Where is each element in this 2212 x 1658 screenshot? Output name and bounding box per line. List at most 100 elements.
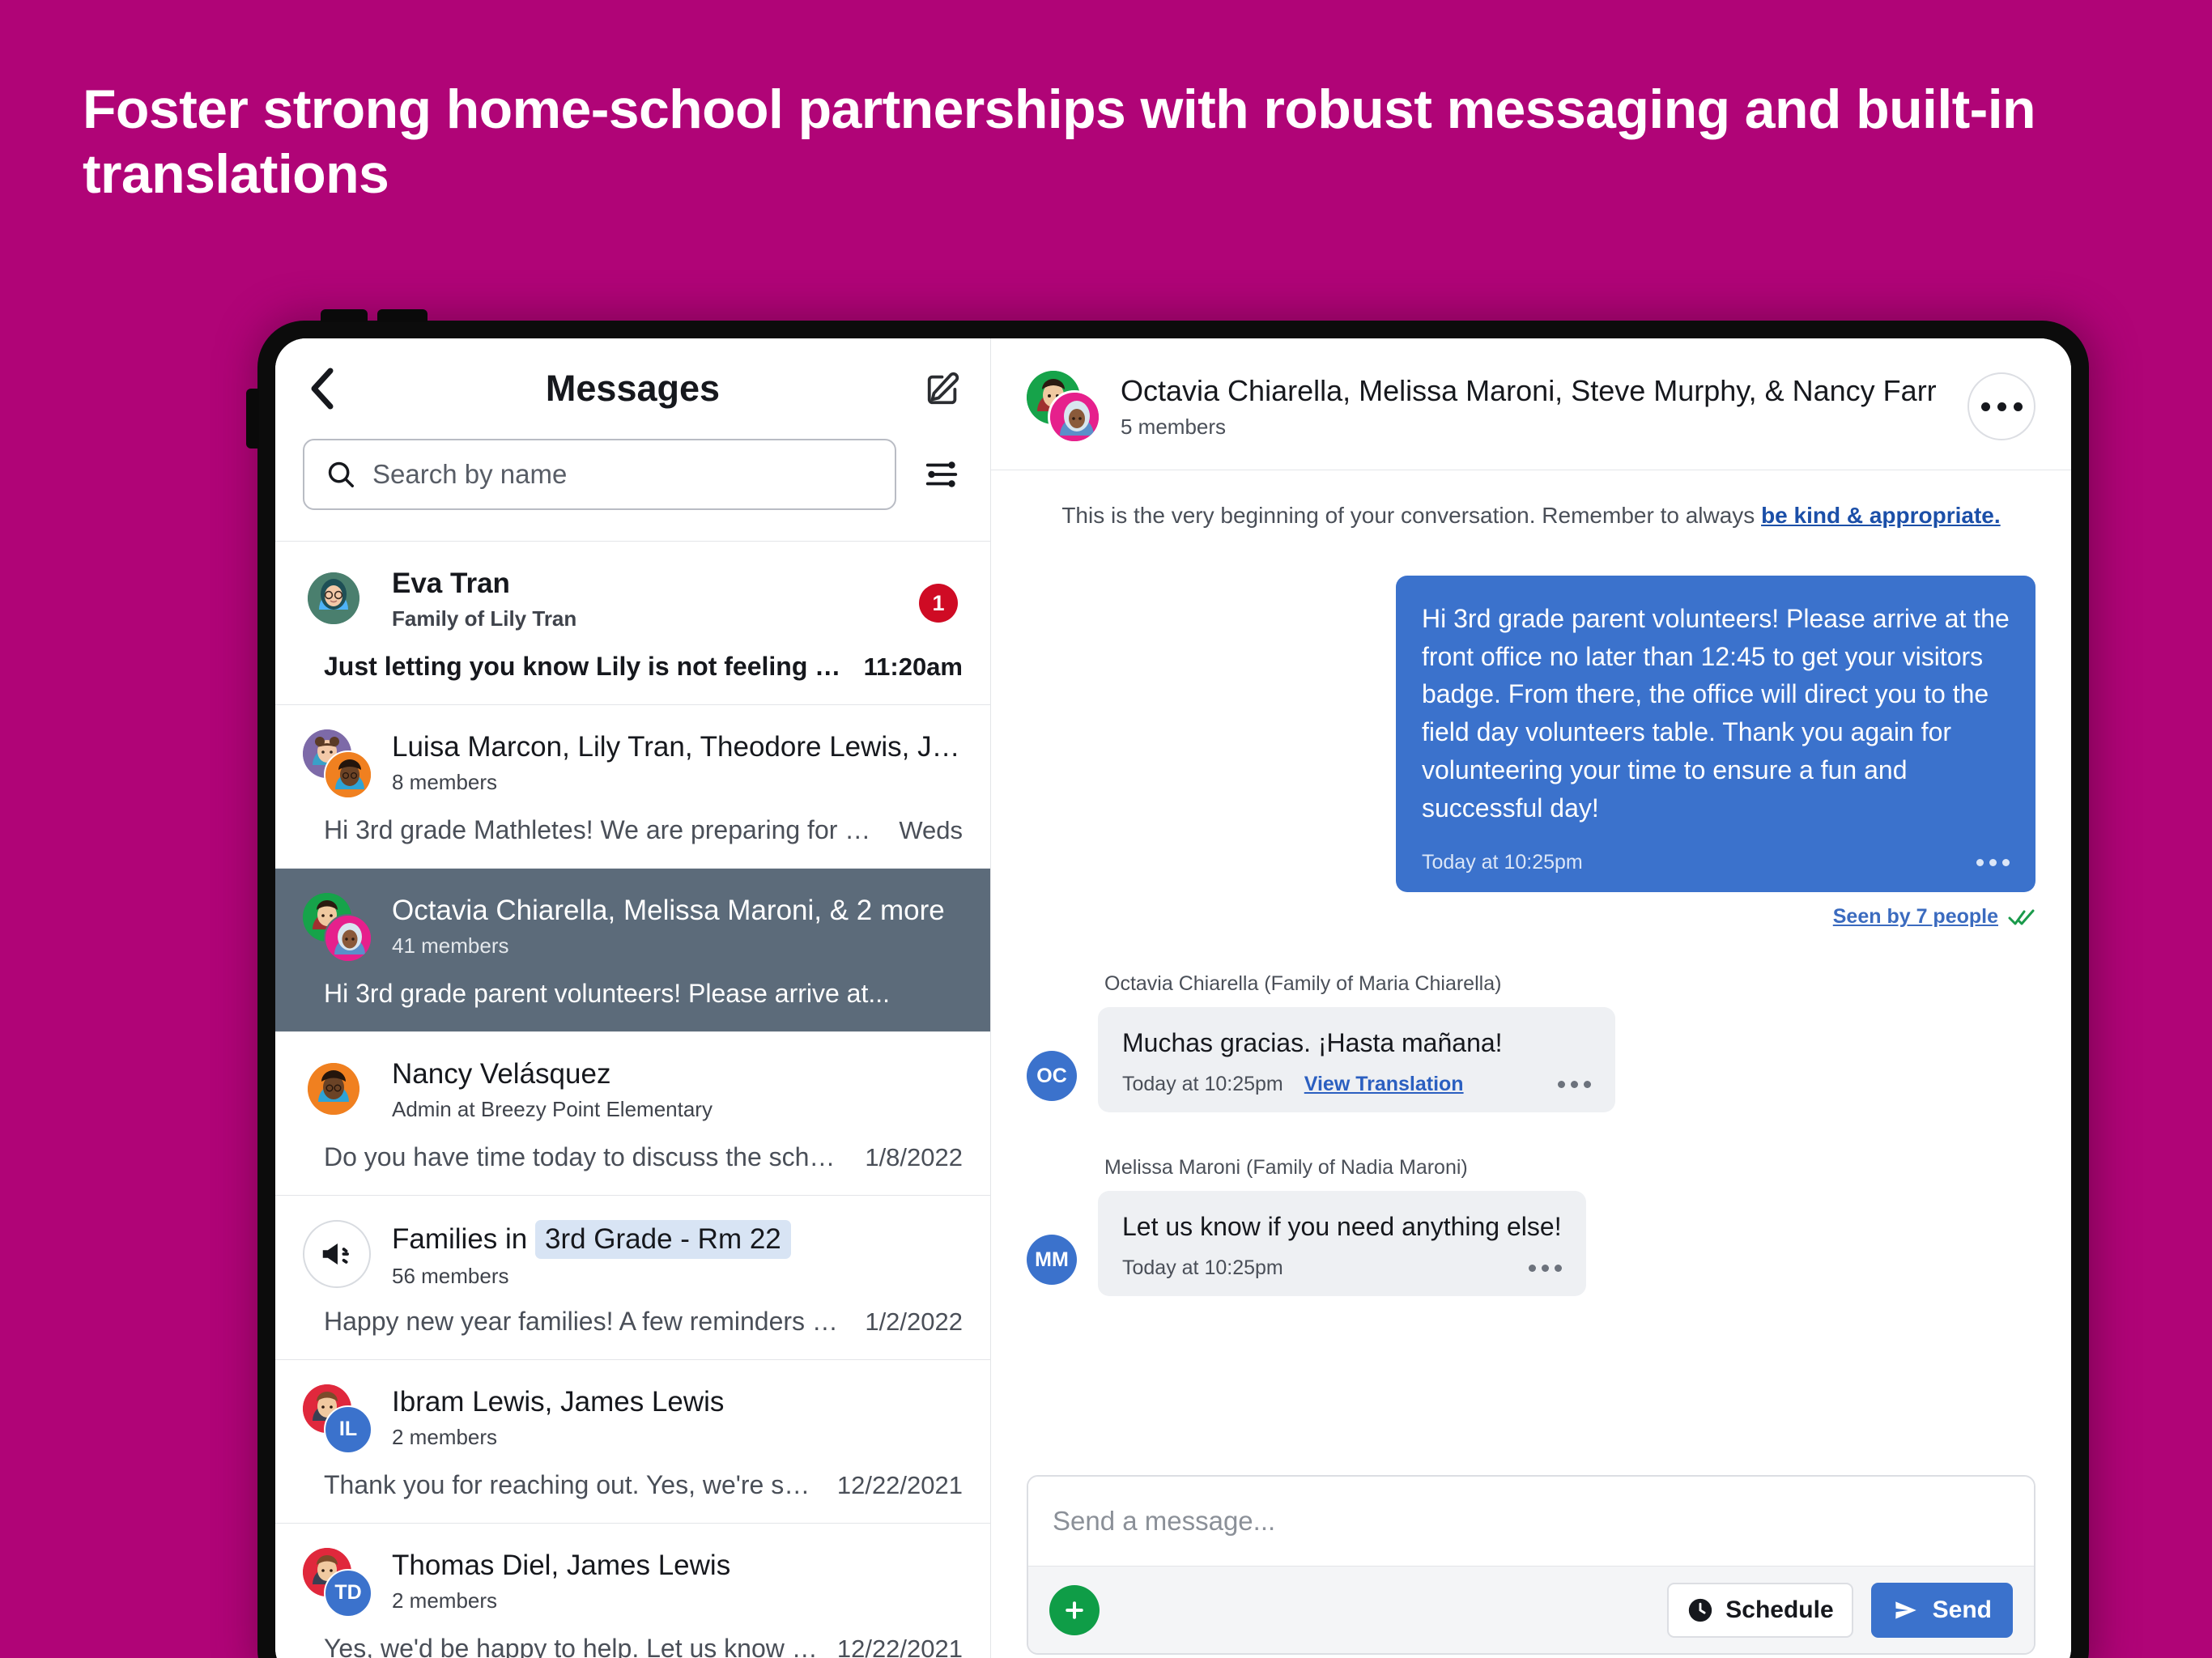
avatar-group xyxy=(1027,371,1101,444)
conversation-preview: Do you have time today to discuss the sc… xyxy=(324,1142,846,1171)
filter-sliders-icon[interactable] xyxy=(921,453,963,495)
avatar-initials: TD xyxy=(324,1568,372,1618)
conversation-subtitle: 56 members xyxy=(392,1263,509,1288)
conversation-time: Weds xyxy=(899,816,963,844)
message-author: Melissa Maroni (Family of Nadia Maroni) xyxy=(1104,1156,1468,1180)
conversation-name: Families in 3rd Grade - Rm 22 xyxy=(392,1220,963,1259)
list-item[interactable]: Eva Tran Family of Lily Tran Just lettin… xyxy=(275,541,990,704)
tablet-device-frame: Messages Search by name Eva Tran Family … xyxy=(246,309,2089,1658)
incoming-message-row: Melissa Maroni (Family of Nadia Maroni) … xyxy=(1027,1156,2035,1297)
add-attachment-button[interactable] xyxy=(1049,1584,1100,1635)
outgoing-message-bubble[interactable]: Hi 3rd grade parent volunteers! Please a… xyxy=(1396,576,2035,893)
avatar xyxy=(303,1056,371,1124)
plus-icon xyxy=(1066,1601,1083,1619)
message-options-ellipsis-icon[interactable] xyxy=(1485,1081,1591,1089)
message-timestamp: Today at 10:25pm xyxy=(1422,851,1583,874)
list-item[interactable]: IL Ibram Lewis, James Lewis 2 members Th… xyxy=(275,1358,990,1523)
conversation-subtitle: Family of Lily Tran xyxy=(392,606,577,631)
avatar-initials: OC xyxy=(1027,1051,1077,1102)
avatar-initials: IL xyxy=(324,1405,372,1454)
ellipsis-icon[interactable] xyxy=(1967,372,2035,440)
list-item[interactable]: Nancy Velásquez Admin at Breezy Point El… xyxy=(275,1031,990,1195)
message-options-ellipsis-icon[interactable] xyxy=(1456,1265,1562,1273)
conversation-preview: Hi 3rd grade Mathletes! We are preparing… xyxy=(324,815,880,844)
unread-badge: 1 xyxy=(919,584,958,623)
send-button[interactable]: Send xyxy=(1870,1582,2013,1638)
conversation-preview: Yes, we'd be happy to help. Let us know … xyxy=(324,1633,818,1658)
send-paper-plane-icon xyxy=(1895,1601,1916,1619)
seen-by-label[interactable]: Seen by 7 people xyxy=(1833,905,1998,929)
group-tag-badge: 3rd Grade - Rm 22 xyxy=(534,1220,791,1259)
be-kind-link[interactable]: be kind & appropriate. xyxy=(1761,503,2001,528)
conversation-list: Eva Tran Family of Lily Tran Just lettin… xyxy=(275,541,990,1658)
outgoing-message-row: Hi 3rd grade parent volunteers! Please a… xyxy=(1027,576,2035,893)
list-item[interactable]: TD Thomas Diel, James Lewis 2 members Ye… xyxy=(275,1522,990,1658)
message-author: Octavia Chiarella (Family of Maria Chiar… xyxy=(1104,972,1502,996)
avatar-group: TD xyxy=(303,1547,372,1618)
conversation-preview: Thank you for reaching out. Yes, we're s… xyxy=(324,1469,818,1499)
avatar-group: IL xyxy=(303,1384,372,1454)
tablet-screen: Messages Search by name Eva Tran Family … xyxy=(275,338,2071,1658)
messages-header: Messages xyxy=(275,338,990,439)
megaphone-icon xyxy=(303,1220,371,1288)
list-item[interactable]: Luisa Marcon, Lily Tran, Theodore Lewis,… xyxy=(275,704,990,868)
conversation-name: Nancy Velásquez xyxy=(392,1058,611,1090)
conversation-preview: Happy new year families! A few reminders… xyxy=(324,1306,846,1336)
seen-receipt: Seen by 7 people xyxy=(1027,905,2035,929)
send-label: Send xyxy=(1932,1596,1992,1623)
incoming-message-bubble[interactable]: Let us know if you need anything else! T… xyxy=(1098,1191,1586,1297)
message-input[interactable]: Send a message... xyxy=(1028,1477,2034,1566)
page-title: Foster strong home-school partnerships w… xyxy=(83,79,2036,206)
schedule-button[interactable]: Schedule xyxy=(1667,1582,1853,1638)
conversation-time: 12/22/2021 xyxy=(836,1470,963,1499)
conversation-subtitle: Admin at Breezy Point Elementary xyxy=(392,1096,713,1121)
conversation-subtitle: 41 members xyxy=(392,933,509,958)
message-options-ellipsis-icon[interactable] xyxy=(1976,859,2010,867)
back-chevron-icon[interactable] xyxy=(303,368,340,410)
double-check-icon xyxy=(2008,909,2035,925)
conversation-time: 12/22/2021 xyxy=(836,1634,963,1658)
search-placeholder: Search by name xyxy=(372,459,568,489)
conversation-subtitle: 2 members xyxy=(392,1424,498,1449)
message-timestamp: Today at 10:25pm xyxy=(1122,1073,1283,1096)
message-text: Muchas gracias. ¡Hasta mañana! xyxy=(1122,1028,1503,1058)
incoming-message-bubble[interactable]: Muchas gracias. ¡Hasta mañana! Today at … xyxy=(1098,1007,1615,1113)
clock-icon xyxy=(1689,1598,1712,1622)
member-count: 5 members xyxy=(1121,414,1227,439)
list-item[interactable]: Families in 3rd Grade - Rm 22 56 members… xyxy=(275,1195,990,1359)
composer-toolbar: Schedule Send xyxy=(1028,1566,2034,1653)
avatar-group xyxy=(303,729,372,799)
message-text: Let us know if you need anything else! xyxy=(1122,1212,1562,1242)
conversation-title: Octavia Chiarella, Melissa Maroni, Steve… xyxy=(1121,373,1937,407)
message-thread: This is the very beginning of your conve… xyxy=(991,470,2071,1475)
conversation-name: Ibram Lewis, James Lewis xyxy=(392,1385,725,1418)
message-timestamp: Today at 10:25pm xyxy=(1122,1256,1283,1280)
conversation-name: Octavia Chiarella, Melissa Maroni, & 2 m… xyxy=(392,895,945,926)
conversation-name: Luisa Marcon, Lily Tran, Theodore Lewis,… xyxy=(392,731,963,763)
avatar-group xyxy=(303,893,372,963)
incoming-message-row: Octavia Chiarella (Family of Maria Chiar… xyxy=(1027,972,2035,1113)
list-item-selected[interactable]: Octavia Chiarella, Melissa Maroni, & 2 m… xyxy=(275,868,990,1031)
conversation-start-text: This is the very beginning of your conve… xyxy=(1061,503,1762,528)
conversation-start-note: This is the very beginning of your conve… xyxy=(1027,503,2035,529)
search-row: Search by name xyxy=(275,439,990,541)
conversation-preview: Just letting you know Lily is not feelin… xyxy=(324,652,844,681)
search-icon xyxy=(328,461,354,487)
conversation-preview: Hi 3rd grade parent volunteers! Please a… xyxy=(324,979,891,1008)
search-input[interactable]: Search by name xyxy=(303,439,896,510)
compose-icon[interactable] xyxy=(924,369,963,408)
conversation-time: 1/2/2022 xyxy=(865,1307,963,1336)
conversation-name: Eva Tran xyxy=(392,568,510,599)
schedule-label: Schedule xyxy=(1725,1596,1834,1623)
message-input-placeholder: Send a message... xyxy=(1053,1506,1276,1536)
message-composer: Send a message... Schedule Send xyxy=(1027,1475,2035,1655)
conversation-name: Thomas Diel, James Lewis xyxy=(392,1549,731,1581)
conversation-header: Octavia Chiarella, Melissa Maroni, Steve… xyxy=(991,338,2071,470)
avatar-initials: MM xyxy=(1027,1235,1077,1286)
conversation-time: 1/8/2022 xyxy=(865,1143,963,1171)
view-translation-link[interactable]: View Translation xyxy=(1304,1073,1464,1096)
conversation-panel: Octavia Chiarella, Melissa Maroni, Steve… xyxy=(991,338,2071,1658)
avatar xyxy=(303,566,371,634)
messages-title: Messages xyxy=(545,368,721,409)
message-text: Hi 3rd grade parent volunteers! Please a… xyxy=(1422,604,2010,823)
